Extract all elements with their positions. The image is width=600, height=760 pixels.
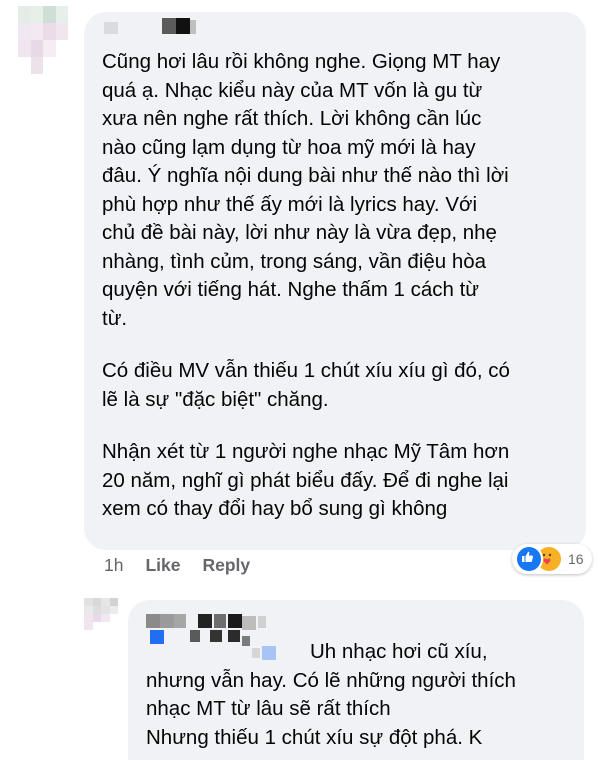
reply-line: Nhưng thiếu 1 chút xíu sự đột phá. K — [146, 725, 483, 749]
like-button[interactable]: Like — [145, 555, 180, 576]
reply-line: nhưng vẫn hay. Có lẽ những người thích — [146, 668, 516, 692]
comment-actions: 1h Like Reply — [104, 555, 272, 576]
reaction-summary[interactable]: 16 — [512, 544, 592, 574]
comment-line: từ. — [102, 306, 128, 330]
reply-button[interactable]: Reply — [203, 555, 251, 576]
commenter-name-pixelated[interactable] — [100, 16, 200, 38]
comment-line: xem có thay đổi hay bổ sung gì không — [102, 497, 448, 520]
commenter-avatar-pixelated[interactable] — [18, 6, 68, 74]
comment-line: Nhận xét từ 1 người nghe nhạc Mỹ Tâm hơn — [102, 440, 510, 463]
comment-paragraph: Cũng hơi lâu rồi không nghe. Giọng MT ha… — [102, 48, 510, 333]
comment-line: Cũng hơi lâu rồi không nghe. Giọng MT ha… — [102, 50, 501, 73]
comment-line: lẽ là sự "đặc biệt" chăng. — [102, 387, 329, 411]
comment-line: quá ạ. Nhạc kiểu này của MT vốn là gu từ — [102, 78, 483, 102]
comment-paragraph: Nhận xét từ 1 người nghe nhạc Mỹ Tâm hơn… — [102, 438, 510, 524]
comment-line: quyện với tiếng hát. Nghe thấm 1 cách từ — [102, 278, 480, 301]
comment-timestamp[interactable]: 1h — [104, 555, 123, 576]
comment-line: nào cũng lạm dụng từ hoa mỹ mới là hay — [102, 135, 476, 159]
comment-line: 20 năm, nghĩ gì phát biểu đấy. Để đi ngh… — [102, 468, 509, 492]
reply-paragraph: Uh nhạc hơi cũ xíu, nhưng vẫn hay. Có lẽ… — [146, 638, 516, 752]
reply-body: Uh nhạc hơi cũ xíu, nhưng vẫn hay. Có lẽ… — [146, 638, 516, 752]
comment-line: Có điều MV vẫn thiếu 1 chút xíu xíu gì đ… — [102, 359, 510, 382]
reaction-count: 16 — [568, 551, 584, 567]
like-icon — [515, 545, 543, 573]
comment-line: chủ đề bài này, lời như này là vừa đẹp, … — [102, 221, 497, 244]
reply-line: Uh nhạc hơi cũ xíu, — [310, 640, 488, 663]
reply-line: nhạc MT từ lâu sẽ rất thích — [146, 697, 391, 720]
comment-line: phù hợp như thế ấy mới là lyrics hay. Vớ… — [102, 192, 477, 216]
comment-line: đâu. Ý nghĩa nội dung bài như thế nào th… — [102, 164, 509, 187]
comment-body: Cũng hơi lâu rồi không nghe. Giọng MT ha… — [102, 48, 510, 524]
comment-paragraph: Có điều MV vẫn thiếu 1 chút xíu xíu gì đ… — [102, 357, 510, 414]
comment-line: nhàng, tình củm, trong sáng, vần điệu hò… — [102, 249, 487, 273]
comment-line: xưa nên nghe rất thích. Lời không cần lú… — [102, 107, 482, 130]
reply-avatar-pixelated[interactable] — [84, 598, 118, 630]
